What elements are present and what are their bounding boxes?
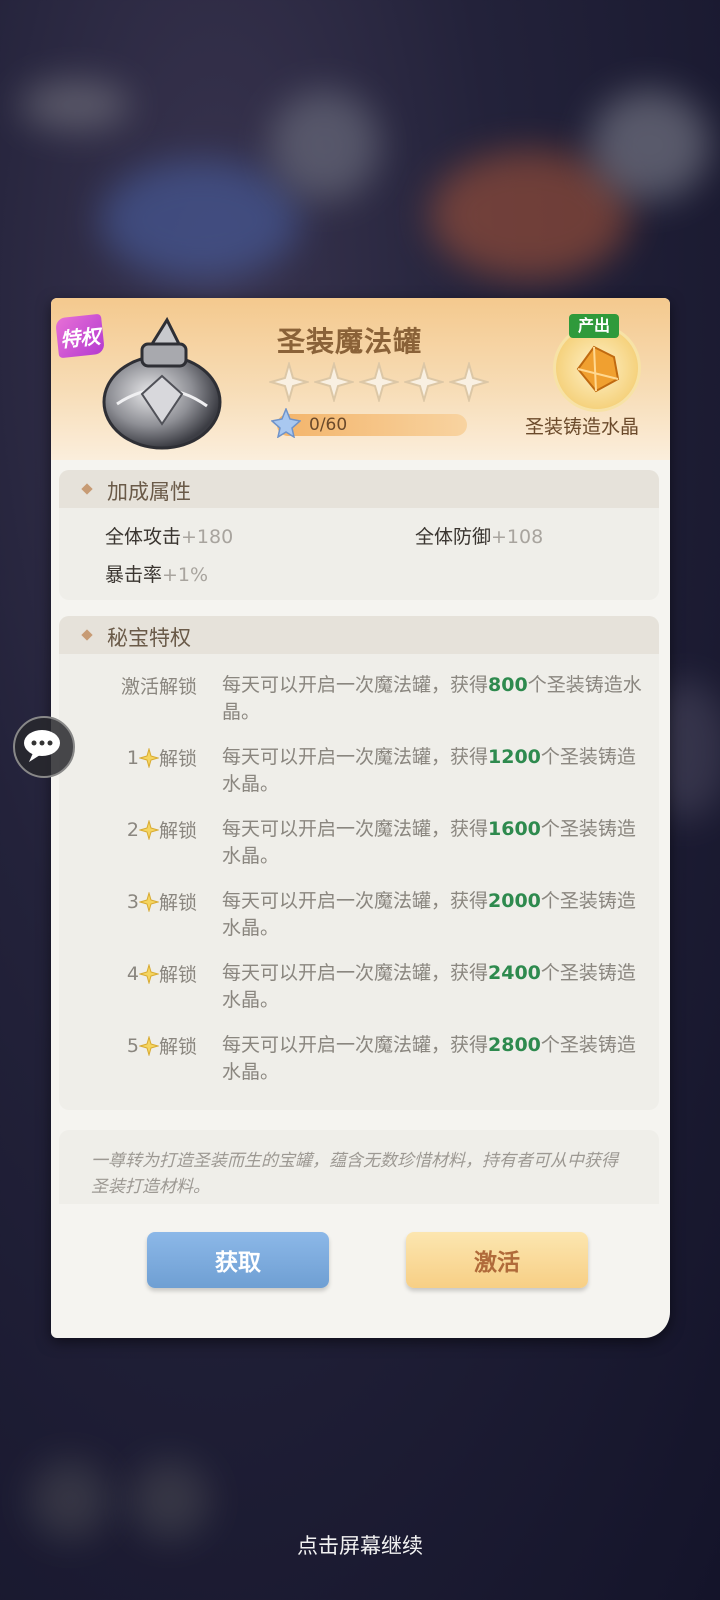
item-description-box: 一尊转为打造圣装而生的宝罐，蕴含无数珍惜材料，持有者可从中获得圣装打造材料。 (59, 1130, 659, 1204)
get-button[interactable]: 获取 (147, 1232, 329, 1288)
chat-bubble-button[interactable] (13, 716, 75, 778)
background-blur (590, 90, 710, 200)
section-title: 秘宝特权 (107, 626, 191, 650)
star-level: 1 (126, 746, 139, 769)
privilege-description: 每天可以开启一次魔法罐，获得800个圣装铸造水晶。 (222, 674, 642, 723)
section-title: 加成属性 (107, 480, 191, 504)
attribute-value: +108 (491, 526, 544, 548)
chat-bubble-icon (24, 730, 60, 762)
privilege-row: 3 解锁 每天可以开启一次魔法罐，获得2000个圣装铸造水晶。 (59, 884, 659, 944)
item-detail-panel: 特权 圣装魔法罐 0/60 产出 圣装铸造水晶 加成属性 全体攻击+180 全体… (51, 298, 670, 1338)
tap-to-continue-hint[interactable]: 点击屏幕继续 (0, 1530, 720, 1560)
privilege-amount: 800 (488, 674, 528, 696)
star-level: 5 (126, 1034, 139, 1057)
unlock-label: 解锁 (158, 892, 197, 914)
unlock-label: 解锁 (158, 820, 197, 842)
unlock-condition: 3 解锁 (59, 888, 209, 915)
sparkle-star-icon (138, 891, 159, 912)
privileges-section: 秘宝特权 激活解锁 每天可以开启一次魔法罐，获得800个圣装铸造水晶。 1 解锁… (59, 616, 659, 1110)
section-header: 秘宝特权 (59, 616, 659, 654)
privilege-amount: 2400 (488, 962, 541, 984)
unlock-condition: 2 解锁 (59, 816, 209, 843)
star-rating (269, 362, 489, 402)
unlock-label: 激活解锁 (120, 676, 197, 698)
item-description: 一尊转为打造圣装而生的宝罐，蕴含无数珍惜材料，持有者可从中获得圣装打造材料。 (91, 1151, 618, 1197)
crystal-icon (576, 345, 620, 393)
output-item-name: 圣装铸造水晶 (525, 416, 640, 438)
blue-star-icon (271, 408, 301, 438)
background-blur (20, 80, 130, 130)
privilege-description: 每天可以开启一次魔法罐，获得1200个圣装铸造水晶。 (222, 746, 636, 795)
star-level: 2 (126, 818, 139, 841)
unlock-condition: 激活解锁 (59, 672, 209, 699)
attribute-item: 全体防御+108 (415, 522, 543, 549)
unlock-condition: 5 解锁 (59, 1032, 209, 1059)
privilege-description: 每天可以开启一次魔法罐，获得1600个圣装铸造水晶。 (222, 818, 636, 867)
empty-star-icon (314, 362, 354, 402)
privilege-row: 1 解锁 每天可以开启一次魔法罐，获得1200个圣装铸造水晶。 (59, 740, 659, 800)
attribute-value: +1% (162, 564, 209, 586)
attribute-label: 暴击率 (105, 564, 163, 586)
unlock-label: 解锁 (158, 748, 197, 770)
item-title: 圣装魔法罐 (277, 325, 423, 358)
background-blur (270, 90, 380, 200)
star-progress-bar: 0/60 (271, 408, 467, 438)
diamond-icon (81, 483, 93, 495)
background-blur (100, 160, 300, 280)
privilege-description: 每天可以开启一次魔法罐，获得2000个圣装铸造水晶。 (222, 890, 636, 939)
sparkle-star-icon (138, 819, 159, 840)
privilege-amount: 1200 (488, 746, 541, 768)
attributes-section: 加成属性 全体攻击+180 全体防御+108 暴击率+1% (59, 470, 659, 600)
unlock-condition: 1 解锁 (59, 744, 209, 771)
star-level: 4 (126, 962, 139, 985)
sparkle-star-icon (138, 747, 159, 768)
empty-star-icon (404, 362, 444, 402)
privilege-amount: 2000 (488, 890, 541, 912)
activate-button[interactable]: 激活 (406, 1232, 588, 1288)
attribute-item: 全体攻击+180 (105, 522, 233, 549)
attribute-label: 全体攻击 (105, 526, 182, 548)
empty-star-icon (269, 362, 309, 402)
sparkle-star-icon (138, 1035, 159, 1056)
progress-text: 0/60 (309, 415, 348, 435)
privilege-description: 每天可以开启一次魔法罐，获得2400个圣装铸造水晶。 (222, 962, 636, 1011)
background-blur (130, 1460, 210, 1540)
empty-star-icon (449, 362, 489, 402)
panel-header: 特权 圣装魔法罐 0/60 产出 圣装铸造水晶 (51, 298, 670, 460)
unlock-condition: 4 解锁 (59, 960, 209, 987)
privilege-row: 4 解锁 每天可以开启一次魔法罐，获得2400个圣装铸造水晶。 (59, 956, 659, 1016)
privilege-description: 每天可以开启一次魔法罐，获得2800个圣装铸造水晶。 (222, 1034, 636, 1083)
background-blur (30, 1460, 110, 1540)
privilege-row: 激活解锁 每天可以开启一次魔法罐，获得800个圣装铸造水晶。 (59, 668, 659, 728)
output-tag: 产出 (569, 314, 619, 338)
sparkle-star-icon (138, 963, 159, 984)
privilege-row: 2 解锁 每天可以开启一次魔法罐，获得1600个圣装铸造水晶。 (59, 812, 659, 872)
unlock-label: 解锁 (158, 1036, 197, 1058)
attribute-value: +180 (181, 526, 234, 548)
section-header: 加成属性 (59, 470, 659, 508)
empty-star-icon (359, 362, 399, 402)
privilege-amount: 2800 (488, 1034, 541, 1056)
diamond-icon (81, 629, 93, 641)
star-level: 3 (126, 890, 139, 913)
attribute-item: 暴击率+1% (105, 560, 208, 587)
privilege-row: 5 解锁 每天可以开启一次魔法罐，获得2800个圣装铸造水晶。 (59, 1028, 659, 1088)
unlock-label: 解锁 (158, 964, 197, 986)
magic-jar-icon (102, 316, 222, 450)
privilege-amount: 1600 (488, 818, 541, 840)
attribute-label: 全体防御 (415, 526, 492, 548)
